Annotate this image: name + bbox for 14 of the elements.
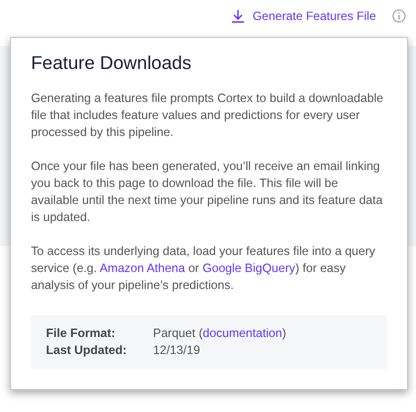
detail-value: Parquet (documentation) [153, 325, 286, 342]
description-paragraph: Generating a features file prompts Cortex to build a downloadable file that includes feature values and predictions for every user processed by this pipeline. [31, 90, 384, 141]
popover-title: Feature Downloads [31, 52, 192, 74]
text-link[interactable]: Amazon Athena [100, 261, 185, 275]
detail-label: Last Updated: [46, 342, 128, 359]
detail-label: File Format: [46, 325, 116, 342]
info-icon[interactable] [392, 8, 406, 22]
description-paragraph: Once your file has been generated, you’ll receive an email linking you back to this page to download the file. This file will be available until the next time your pipeline runs and its feature data is updated. [31, 158, 384, 226]
text-link[interactable]: documentation [202, 326, 282, 340]
detail-value: 12/13/19 [153, 342, 200, 359]
description-paragraph: To access its underlying data, load your features file into a query service (e.g. Amazon Athena or Google BigQuery) for easy analysis of your pipeline’s predictions. [31, 243, 376, 294]
download-icon [230, 8, 245, 22]
text-link[interactable]: Google BigQuery [202, 261, 296, 275]
generate-features-link[interactable]: Generate Features File [230, 8, 376, 22]
